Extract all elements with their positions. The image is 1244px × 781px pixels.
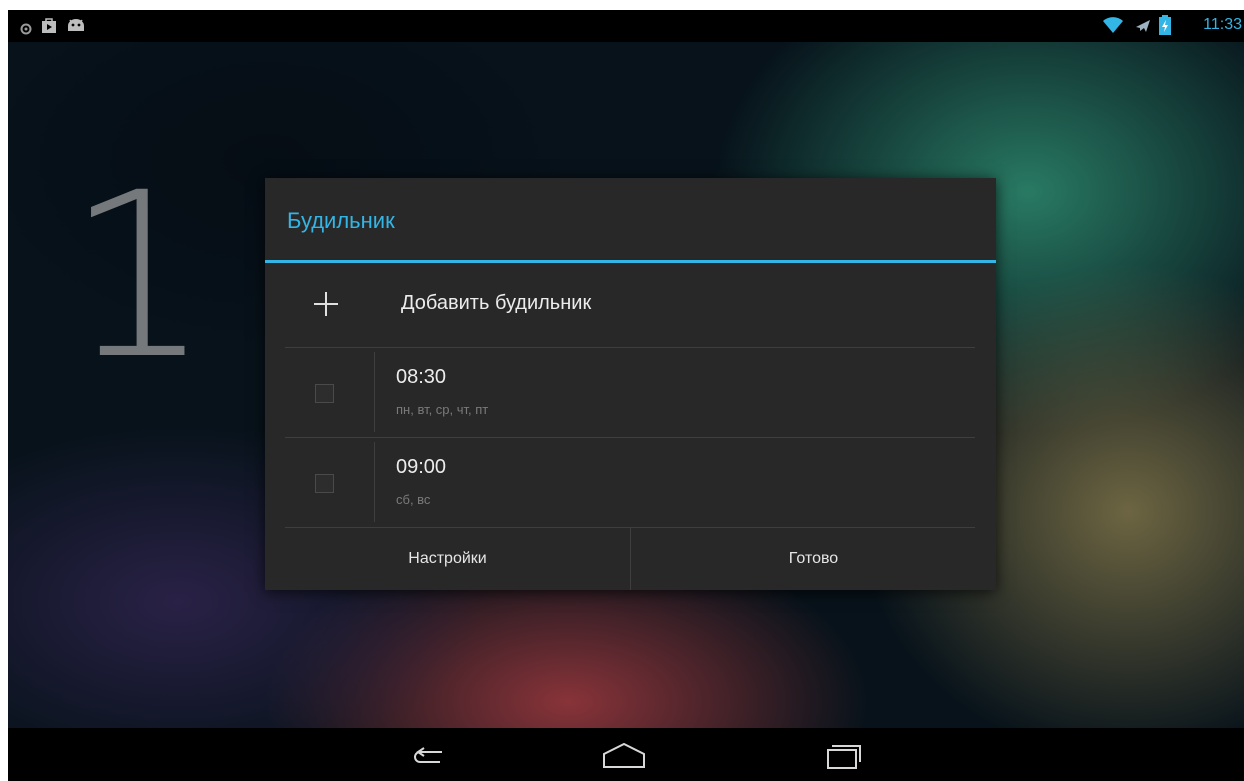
recents-icon [814, 745, 874, 778]
alarm-item: 08:30 пн, вт, ср, чт, пт [285, 348, 975, 436]
alarm-details[interactable]: 08:30 пн, вт, ср, чт, пт [375, 348, 975, 436]
settings-dot-icon [20, 20, 32, 39]
battery-charging-icon [1159, 15, 1171, 39]
done-button[interactable]: Готово [631, 528, 996, 590]
alarm-item: 09:00 сб, вс [285, 438, 975, 526]
dialog-title: Будильник [287, 208, 395, 233]
plus-icon [311, 289, 341, 319]
alarm-time: 08:30 [396, 366, 447, 388]
alarm-dialog: Будильник Добавить будильник 08:30 пн, в… [265, 178, 996, 590]
clock-digit: 1 [66, 143, 211, 409]
back-icon [398, 747, 458, 778]
alarm-details[interactable]: 09:00 сб, вс [375, 438, 975, 526]
add-alarm-row[interactable]: Добавить будильник [265, 263, 996, 347]
status-bar: 11:33 [8, 10, 1244, 42]
alarm-days: пн, вт, ср, чт, пт [396, 402, 489, 417]
play-store-icon [40, 16, 58, 38]
home-icon [594, 742, 654, 778]
alarm-enable-checkbox[interactable] [315, 474, 334, 493]
airplane-icon [1134, 17, 1152, 39]
home-button[interactable] [594, 736, 654, 774]
wifi-icon [1102, 16, 1124, 38]
navigation-bar [8, 728, 1244, 781]
dialog-button-bar: Настройки Готово [265, 528, 996, 590]
status-time: 11:33 [1203, 16, 1242, 33]
android-screen: 11:33 1 Будильник Добавить будильник 08:… [8, 10, 1244, 781]
add-alarm-label: Добавить будильник [401, 292, 592, 314]
recents-button[interactable] [814, 736, 874, 774]
alarm-days: сб, вс [396, 492, 431, 507]
back-button[interactable] [398, 736, 458, 774]
android-icon [66, 17, 86, 37]
alarm-time: 09:00 [396, 456, 447, 478]
alarm-enable-checkbox[interactable] [315, 384, 334, 403]
settings-button[interactable]: Настройки [265, 528, 630, 590]
